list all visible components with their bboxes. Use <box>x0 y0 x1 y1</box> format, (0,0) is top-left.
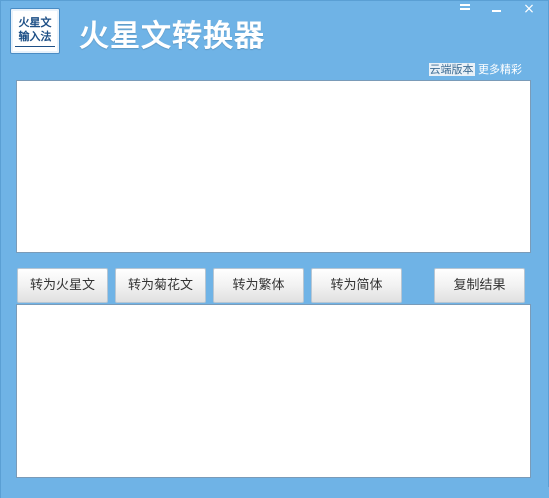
cloud-version-link[interactable]: 云端版本 <box>428 63 475 76</box>
copy-result-button[interactable]: 复制结果 <box>434 268 525 303</box>
source-text-input[interactable] <box>16 80 531 253</box>
logo-underline <box>15 45 55 47</box>
logo-text-line1: 火星文 <box>18 15 52 29</box>
convert-to-juhua-button[interactable]: 转为菊花文 <box>115 268 206 303</box>
more-link[interactable]: 更多精彩 <box>478 63 522 76</box>
bottom-border <box>1 487 549 498</box>
app-title: 火星文转换器 <box>79 19 265 54</box>
header-links: 云端版本 更多精彩 <box>428 61 522 77</box>
app-logo: 火星文 输入法 <box>10 8 60 54</box>
main-window: 火星文 输入法 火星文转换器 × 云端版本 更多精彩 转为火星文 转为菊花文 转… <box>0 0 549 498</box>
menu-icon[interactable] <box>456 1 476 17</box>
result-text-output[interactable] <box>16 304 531 478</box>
convert-to-traditional-button[interactable]: 转为繁体 <box>213 268 304 303</box>
close-icon[interactable]: × <box>519 1 539 17</box>
logo-text-line2: 输入法 <box>18 29 52 43</box>
convert-to-simplified-button[interactable]: 转为简体 <box>311 268 402 303</box>
minimize-icon[interactable] <box>487 1 507 17</box>
convert-to-huoxing-button[interactable]: 转为火星文 <box>17 268 108 303</box>
